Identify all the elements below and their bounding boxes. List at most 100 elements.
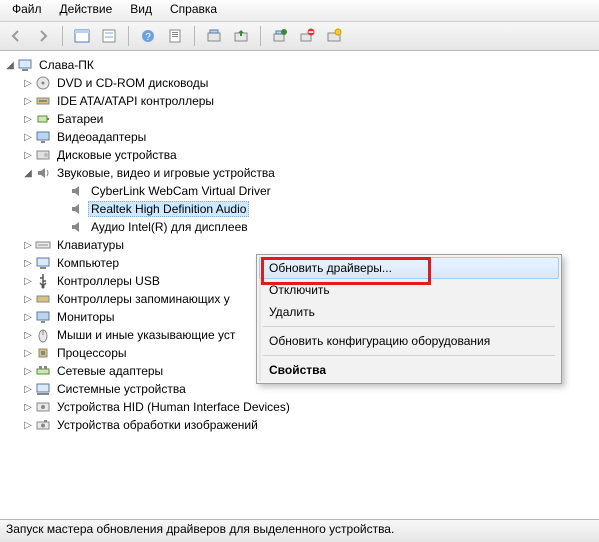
ctx-delete[interactable]: Удалить [259,301,559,323]
context-menu: Обновить драйверы... Отключить Удалить О… [256,254,562,384]
expand-icon[interactable]: ▷ [22,132,34,143]
expand-icon[interactable]: ▷ [22,312,34,323]
tree-root[interactable]: ◢ Слава-ПК [2,56,599,74]
speaker-icon [69,201,85,217]
forward-button[interactable] [31,24,55,48]
options-button[interactable] [97,24,121,48]
tree-item-label: Видеоадаптеры [54,129,149,145]
tree-item-label: Системные устройства [54,381,189,397]
tree-item-label: Дисковые устройства [54,147,180,163]
enable-button[interactable] [322,24,346,48]
scan-button[interactable] [202,24,226,48]
tree-subitem[interactable]: CyberLink WebCam Virtual Driver [2,182,599,200]
tree-item-label: Устройства HID (Human Interface Devices) [54,399,293,415]
expand-icon[interactable]: ▷ [22,420,34,431]
hid-icon [35,399,51,415]
expand-icon[interactable]: ▷ [22,240,34,251]
tree-item[interactable]: ▷ Устройства обработки изображений [2,416,599,434]
status-text: Запуск мастера обновления драйверов для … [6,522,394,536]
toolbar-separator [194,26,195,46]
back-button[interactable] [4,24,28,48]
context-menu-separator [263,326,555,327]
network-icon [35,363,51,379]
tree-item[interactable]: ▷ Батареи [2,110,599,128]
tree-item-label: Контроллеры USB [54,273,163,289]
expand-icon[interactable]: ▷ [22,114,34,125]
tree-subitem-label: Аудио Intel(R) для дисплеев [88,219,251,235]
tree-item-sound[interactable]: ◢ Звуковые, видео и игровые устройства [2,164,599,182]
display-adapter-icon [35,129,51,145]
toolbar: ? [0,22,599,51]
ide-controller-icon [35,93,51,109]
toolbar-separator [260,26,261,46]
speaker-icon [69,183,85,199]
properties-button[interactable] [163,24,187,48]
menu-help[interactable]: Справка [162,1,225,21]
tree-item-label: Контроллеры запоминающих у [54,291,233,307]
expand-icon[interactable]: ▷ [22,258,34,269]
ctx-refresh-hardware[interactable]: Обновить конфигурацию оборудования [259,330,559,352]
tree-item-label: Компьютер [54,255,122,271]
tree-item-label: Процессоры [54,345,130,361]
expand-icon[interactable]: ▷ [22,366,34,377]
tree-subitem-label: CyberLink WebCam Virtual Driver [88,183,274,199]
menu-bar: Файл Действие Вид Справка [0,0,599,22]
update-driver-button[interactable] [229,24,253,48]
battery-icon [35,111,51,127]
expand-icon[interactable]: ▷ [22,294,34,305]
tree-item-label: Мониторы [54,309,117,325]
tree-item-label: Мыши и иные указывающие уст [54,327,238,343]
disable-button[interactable] [295,24,319,48]
status-bar: Запуск мастера обновления драйверов для … [0,519,599,542]
menu-file[interactable]: Файл [4,1,50,21]
uninstall-button[interactable] [268,24,292,48]
tree-item-label: IDE ATA/ATAPI контроллеры [54,93,217,109]
tree-item[interactable]: ▷ DVD и CD-ROM дисководы [2,74,599,92]
disk-drive-icon [35,147,51,163]
tree-item[interactable]: ▷ Клавиатуры [2,236,599,254]
imaging-icon [35,417,51,433]
ctx-properties[interactable]: Свойства [259,359,559,381]
expand-icon[interactable]: ▷ [22,96,34,107]
tree-item-label: Клавиатуры [54,237,127,253]
svg-text:?: ? [145,32,151,43]
tree-item[interactable]: ▷ Видеоадаптеры [2,128,599,146]
menu-view[interactable]: Вид [122,1,160,21]
tree-item-label: Батареи [54,111,106,127]
help-button[interactable]: ? [136,24,160,48]
toolbar-separator [62,26,63,46]
sound-icon [35,165,51,181]
expand-icon[interactable]: ▷ [22,276,34,287]
device-manager-window: Файл Действие Вид Справка ? ◢ Слава-ПК [0,0,599,542]
mouse-icon [35,327,51,343]
tree-subitem-label: Realtek High Definition Audio [88,201,249,217]
ctx-disable[interactable]: Отключить [259,279,559,301]
speaker-icon [69,219,85,235]
expand-icon[interactable]: ▷ [22,348,34,359]
keyboard-icon [35,237,51,253]
tree-pane[interactable]: ◢ Слава-ПК ▷ DVD и CD-ROM дисководы ▷ ID… [0,51,599,519]
expand-icon[interactable]: ▷ [22,402,34,413]
expand-icon[interactable]: ▷ [22,78,34,89]
collapse-icon[interactable]: ◢ [4,60,16,71]
tree-item[interactable]: ▷ Устройства HID (Human Interface Device… [2,398,599,416]
console-tree-button[interactable] [70,24,94,48]
menu-action[interactable]: Действие [52,1,121,21]
tree-subitem-selected[interactable]: Realtek High Definition Audio [2,200,599,218]
system-device-icon [35,381,51,397]
tree-item[interactable]: ▷ IDE ATA/ATAPI контроллеры [2,92,599,110]
cpu-icon [35,345,51,361]
expand-icon[interactable]: ▷ [22,330,34,341]
tree-item-label: DVD и CD-ROM дисководы [54,75,211,91]
tree-root-label: Слава-ПК [36,57,97,73]
expand-icon[interactable]: ▷ [22,384,34,395]
monitor-icon [35,309,51,325]
ctx-update-drivers[interactable]: Обновить драйверы... [259,257,559,279]
expand-icon[interactable]: ▷ [22,150,34,161]
context-menu-separator [263,355,555,356]
tree-item[interactable]: ▷ Дисковые устройства [2,146,599,164]
tree-subitem[interactable]: Аудио Intel(R) для дисплеев [2,218,599,236]
usb-icon [35,273,51,289]
collapse-icon[interactable]: ◢ [22,168,34,179]
disc-drive-icon [35,75,51,91]
